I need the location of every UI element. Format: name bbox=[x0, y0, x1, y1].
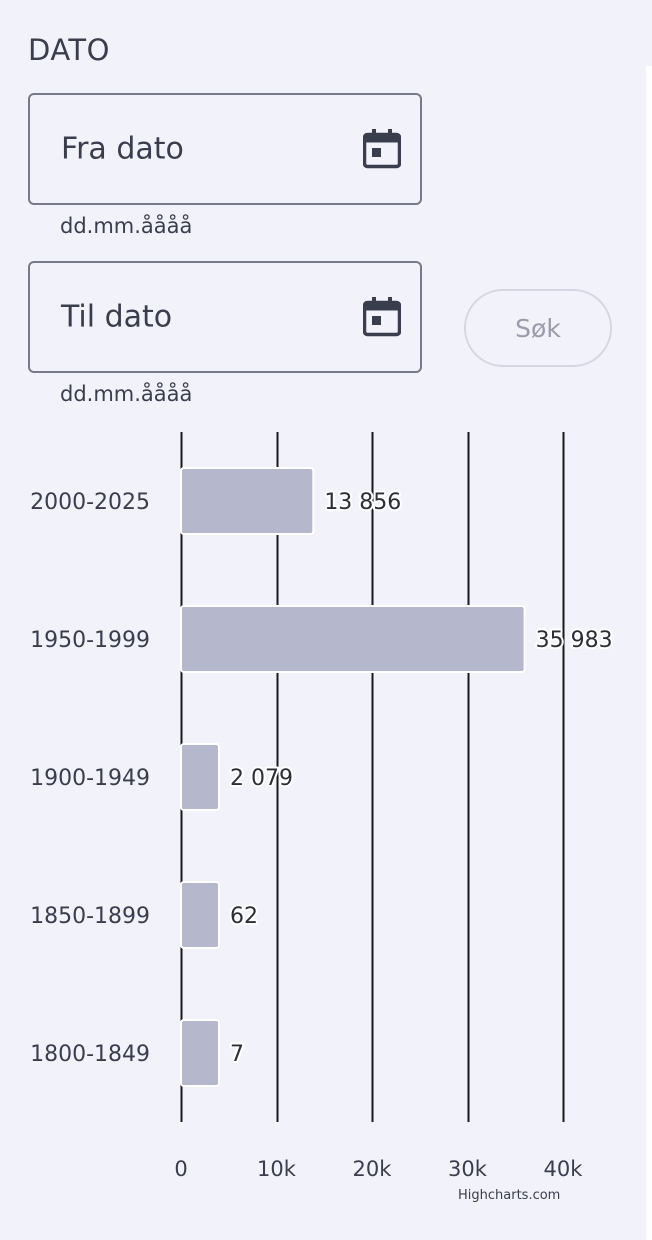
data-label: 7 bbox=[230, 1042, 244, 1067]
x-tick-label: 10k bbox=[257, 1157, 297, 1181]
category-label: 1850-1899 bbox=[30, 904, 150, 929]
x-tick-label: 20k bbox=[353, 1157, 393, 1181]
bar[interactable] bbox=[180, 743, 220, 811]
bar[interactable] bbox=[180, 881, 220, 949]
bar[interactable] bbox=[180, 467, 315, 535]
data-label: 35 983 bbox=[536, 628, 613, 653]
bar[interactable] bbox=[180, 1019, 220, 1087]
data-label: 62 bbox=[230, 904, 258, 929]
bar[interactable] bbox=[180, 605, 526, 673]
x-tick-label: 0 bbox=[174, 1157, 187, 1181]
x-tick-label: 30k bbox=[448, 1157, 488, 1181]
category-label: 1950-1999 bbox=[30, 628, 150, 653]
data-label: 13 856 bbox=[324, 490, 401, 515]
chart-credits[interactable]: Highcharts.com bbox=[458, 1188, 560, 1203]
category-label: 1800-1849 bbox=[30, 1042, 150, 1067]
category-label: 1900-1949 bbox=[30, 766, 150, 791]
category-label: 2000-2025 bbox=[30, 490, 150, 515]
page: DATO Fra dato dd.mm.åååå Til dato dd.mm.… bbox=[0, 0, 652, 1240]
data-label: 2 079 bbox=[230, 766, 293, 791]
x-tick-label: 40k bbox=[544, 1157, 584, 1181]
bar-chart: 0 10k 20k 30k 40k 2000-2025 13 856 1950-1999 35 … bbox=[30, 432, 615, 1181]
